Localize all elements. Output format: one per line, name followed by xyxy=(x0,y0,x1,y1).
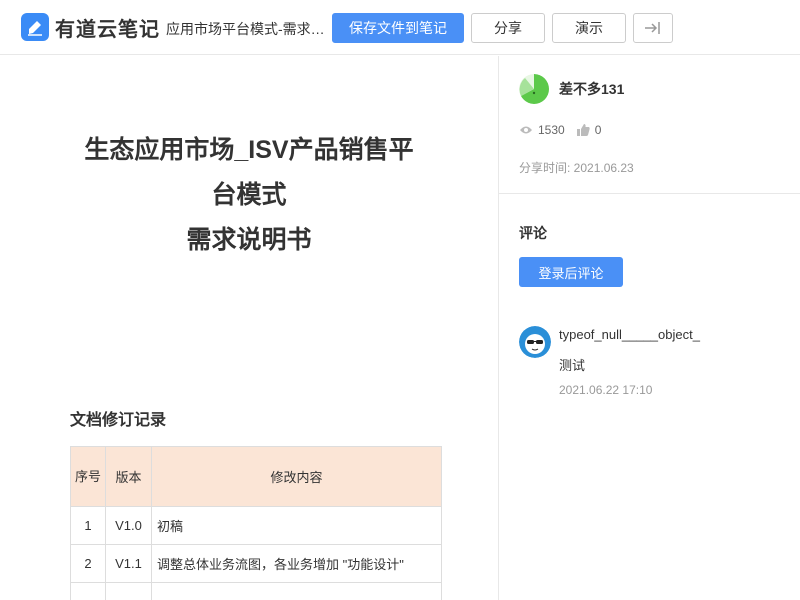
brand-name: 有道云笔记 xyxy=(55,18,160,41)
cell-version: V1.0 xyxy=(105,506,152,545)
cell-version: V1.1 xyxy=(105,544,152,583)
thumbs-up-icon[interactable] xyxy=(576,124,590,136)
table-row: 1 V1.0 初稿 xyxy=(70,506,442,545)
share-sidebar: 差不多131 1530 0 分享时间: 2021.06.23 评论 登录后评论 xyxy=(498,56,800,600)
share-button[interactable]: 分享 xyxy=(471,13,545,43)
share-time: 分享时间: 2021.06.23 xyxy=(519,161,634,175)
divider xyxy=(499,193,800,194)
avatar[interactable] xyxy=(519,326,551,358)
table-row xyxy=(70,582,442,600)
header-no: 序号 xyxy=(70,446,106,507)
revision-table: 序号 版本 修改内容 1 V1.0 初稿 2 V1.1 调整总体业务流图，各业务… xyxy=(70,446,442,600)
document-title: 生态应用市场_ISV产品销售平 台模式 需求说明书 xyxy=(70,128,428,263)
avatar[interactable] xyxy=(519,74,549,104)
comment-username[interactable]: typeof_null_____object_ xyxy=(559,327,700,342)
view-count: 1530 xyxy=(538,123,565,137)
like-count: 0 xyxy=(594,123,602,137)
present-button[interactable]: 演示 xyxy=(552,13,626,43)
document-title-tab: 应用市场平台模式-需求… xyxy=(166,21,325,37)
cell-content: 调整总体业务流图，各业务增加 "功能设计" xyxy=(151,544,442,583)
document-body: 生态应用市场_ISV产品销售平 台模式 需求说明书 文档修订记录 序号 版本 修… xyxy=(0,56,498,600)
comments-heading: 评论 xyxy=(519,225,547,241)
table-header-row: 序号 版本 修改内容 xyxy=(70,446,442,507)
title-line: 台模式 xyxy=(211,181,287,209)
collapse-right-icon xyxy=(645,22,660,34)
cell-no: 1 xyxy=(70,506,106,545)
revision-heading: 文档修订记录 xyxy=(70,412,167,429)
cell-no xyxy=(70,582,106,600)
author-name[interactable]: 差不多131 xyxy=(559,79,624,99)
table-row: 2 V1.1 调整总体业务流图，各业务增加 "功能设计" xyxy=(70,544,442,583)
comment-time: 2021.06.22 17:10 xyxy=(559,383,653,397)
title-line: 需求说明书 xyxy=(186,226,312,254)
cell-content xyxy=(151,582,442,600)
login-to-comment-button[interactable]: 登录后评论 xyxy=(519,257,623,287)
header-content: 修改内容 xyxy=(151,446,442,507)
title-line: 生态应用市场_ISV产品销售平 xyxy=(84,136,414,164)
collapse-sidebar-button[interactable] xyxy=(633,13,673,43)
comment-text: 测试 xyxy=(559,358,586,373)
brand-logo[interactable]: 有道云笔记 xyxy=(21,13,160,41)
cell-content: 初稿 xyxy=(151,506,442,545)
author-info: 差不多131 xyxy=(519,74,624,104)
cell-no: 2 xyxy=(70,544,106,583)
save-to-notes-button[interactable]: 保存文件到笔记 xyxy=(332,13,464,43)
eye-icon xyxy=(520,126,532,134)
top-bar: 有道云笔记 应用市场平台模式-需求… 保存文件到笔记 分享 演示 xyxy=(0,0,800,55)
header-version: 版本 xyxy=(105,446,152,507)
cell-version xyxy=(105,582,152,600)
note-pencil-icon xyxy=(21,13,49,41)
stats: 1530 0 xyxy=(519,123,613,137)
